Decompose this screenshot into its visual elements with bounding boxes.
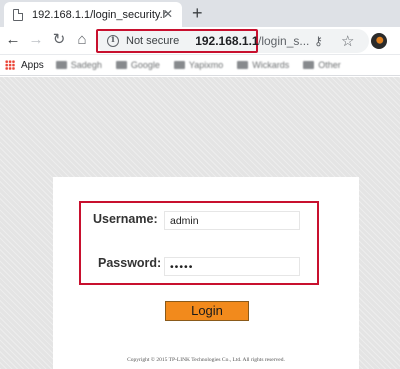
bookmark-item[interactable]: Google: [115, 60, 160, 70]
folder-icon: [237, 61, 249, 69]
bookmark-item[interactable]: Yapixmo: [173, 60, 223, 70]
folder-icon: [173, 61, 185, 69]
login-card: Username: Password: Login Copyright © 20…: [53, 177, 359, 369]
password-input[interactable]: [164, 257, 300, 276]
browser-toolbar: ← → ↻ ⌂ i Not secure 192.168.1.1 /login_…: [0, 27, 400, 55]
tab-strip: 192.168.1.1/login_security.html ✕ +: [0, 0, 400, 27]
close-icon[interactable]: ✕: [163, 7, 173, 21]
login-button[interactable]: Login: [165, 301, 249, 321]
home-icon[interactable]: ⌂: [73, 31, 91, 49]
bookmark-item[interactable]: Other: [303, 60, 341, 70]
bookmark-item[interactable]: Sadegh: [55, 60, 102, 70]
password-label: Password:: [98, 256, 162, 270]
browser-tab[interactable]: 192.168.1.1/login_security.html ✕: [4, 2, 182, 27]
key-icon[interactable]: ⚷: [314, 34, 323, 48]
reload-icon[interactable]: ↻: [50, 31, 68, 49]
page-content: Username: Password: Login Copyright © 20…: [0, 77, 400, 369]
apps-label[interactable]: Apps: [21, 60, 44, 71]
username-label: Username:: [93, 212, 158, 226]
forward-icon[interactable]: →: [27, 31, 45, 49]
username-input[interactable]: [164, 211, 300, 230]
security-label[interactable]: Not secure: [126, 35, 179, 47]
new-tab-icon[interactable]: +: [192, 3, 203, 23]
info-icon[interactable]: i: [107, 35, 119, 47]
address-highlight-box: i Not secure 192.168.1.1: [96, 29, 259, 53]
star-icon[interactable]: ☆: [341, 32, 354, 50]
credentials-highlight-box: Username: Password:: [79, 201, 319, 285]
page-icon: [13, 8, 23, 21]
bookmark-item[interactable]: Wickards: [237, 60, 289, 70]
apps-grid-icon[interactable]: [5, 60, 15, 70]
copyright-text: Copyright © 2015 TP-LINK Technologies Co…: [127, 357, 285, 363]
profile-avatar-icon[interactable]: [371, 33, 387, 49]
folder-icon: [303, 61, 315, 69]
address-bar[interactable]: i Not secure 192.168.1.1 /login_s... ⚷ ☆: [96, 29, 369, 53]
bookmarks-bar: Apps Sadegh Google Yapixmo Wickards Othe…: [0, 55, 400, 76]
back-icon[interactable]: ←: [4, 31, 22, 49]
folder-icon: [55, 61, 67, 69]
folder-icon: [115, 61, 127, 69]
url-path[interactable]: /login_s...: [258, 34, 309, 48]
tab-title: 192.168.1.1/login_security.html: [32, 8, 167, 21]
url-host[interactable]: 192.168.1.1: [195, 34, 258, 48]
